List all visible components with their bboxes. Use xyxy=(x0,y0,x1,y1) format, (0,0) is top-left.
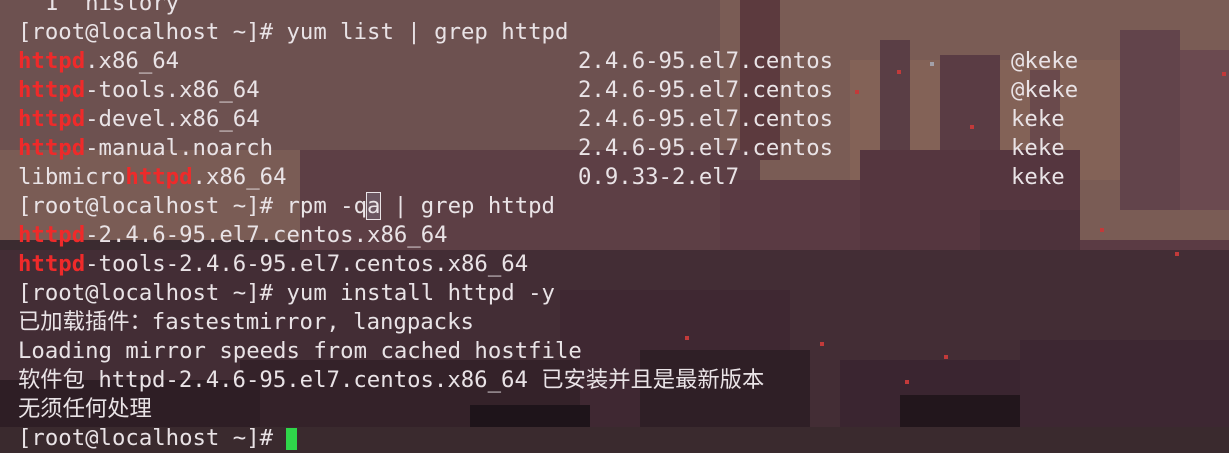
package-repo: keke xyxy=(1011,106,1065,132)
selection-cursor: a xyxy=(365,192,382,220)
terminal-output[interactable]: 1 history [root@localhost ~]# yum list |… xyxy=(18,0,1079,453)
package-version: 0.9.33-2.el7 xyxy=(578,164,740,190)
package-repo: @keke xyxy=(1011,77,1079,103)
terminal-cursor xyxy=(286,427,298,450)
match-highlight: httpd xyxy=(125,164,193,190)
match-highlight: httpd xyxy=(18,48,86,74)
package-row: httpd.x86_64 2.4.6-95.el7.centos @keke xyxy=(18,48,1079,74)
rpm-result-row: httpd-2.4.6-95.el7.centos.x86_64 xyxy=(18,222,448,248)
match-highlight: httpd xyxy=(18,106,86,132)
package-repo: @keke xyxy=(1011,48,1079,74)
package-row: httpd-devel.x86_64 2.4.6-95.el7.centos kek… xyxy=(18,106,1065,132)
plugins-loaded-line: 已加载插件：fastestmirror, langpacks xyxy=(18,309,474,335)
package-version: 2.4.6-95.el7.centos xyxy=(578,48,834,74)
current-prompt[interactable]: [root@localhost ~]# xyxy=(18,424,764,453)
rpm-result-row: httpd-tools-2.4.6-95.el7.centos.x86_64 xyxy=(18,251,529,277)
nothing-to-do-line: 无须任何处理 xyxy=(18,396,152,422)
yum-install-command: [root@localhost ~]# yum install httpd -y xyxy=(18,280,555,306)
match-highlight: httpd xyxy=(18,77,86,103)
package-row: httpd-manual.noarch 2.4.6-95.el7.centos ke… xyxy=(18,135,1065,161)
package-version: 2.4.6-95.el7.centos xyxy=(578,106,834,132)
yum-list-command: [root@localhost ~]# yum list | grep http… xyxy=(18,19,569,45)
match-highlight: httpd xyxy=(18,135,86,161)
match-highlight: httpd xyxy=(18,222,86,248)
package-row: httpd-tools.x86_64 2.4.6-95.el7.centos @ke… xyxy=(18,77,1079,103)
package-repo: keke xyxy=(1011,135,1065,161)
package-version: 2.4.6-95.el7.centos xyxy=(578,135,834,161)
already-installed-line: 软件包 httpd-2.4.6-95.el7.centos.x86_64 已安装… xyxy=(18,367,765,393)
package-version: 2.4.6-95.el7.centos xyxy=(578,77,834,103)
package-row: libmicrohttpd.x86_64 0.9.33-2.el7 keke xyxy=(18,164,1065,190)
rpm-query-command: [root@localhost ~]# rpm -qa | grep httpd xyxy=(18,192,555,220)
package-repo: keke xyxy=(1011,164,1065,190)
history-line: 1 history xyxy=(18,0,180,16)
match-highlight: httpd xyxy=(18,251,86,277)
mirror-speeds-line: Loading mirror speeds from cached hostfi… xyxy=(18,338,582,364)
